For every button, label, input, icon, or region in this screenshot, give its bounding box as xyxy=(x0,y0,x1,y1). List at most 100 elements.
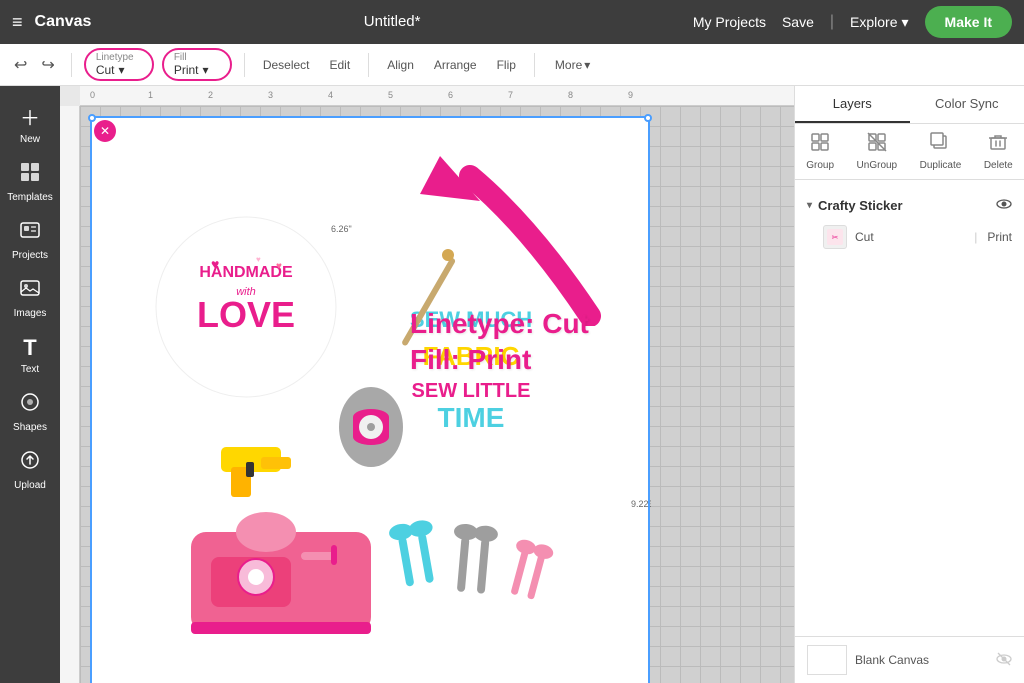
svg-text:♥: ♥ xyxy=(256,255,261,264)
top-navigation: ≡ Canvas Untitled* My Projects Save | Ex… xyxy=(0,0,1024,44)
sidebar-item-projects[interactable]: Projects xyxy=(0,211,60,269)
duplicate-button[interactable]: Duplicate xyxy=(920,132,962,171)
canvas-content: ✕ HANDMADE with LOVE ♥ ♥ ♥ SEW MUCH FABR… xyxy=(80,106,794,683)
delete-label: Delete xyxy=(984,160,1013,171)
blank-canvas-thumb xyxy=(807,645,847,675)
canvas-artwork: HANDMADE with LOVE ♥ ♥ ♥ SEW MUCH FABRIC… xyxy=(91,117,651,683)
close-icon: ✕ xyxy=(100,124,110,138)
ungroup-icon xyxy=(867,132,887,157)
delete-button[interactable]: Delete xyxy=(984,132,1013,171)
explore-chevron-icon: ▾ xyxy=(902,14,909,31)
group-label: Group xyxy=(806,160,834,171)
canvas-area[interactable]: 0 1 2 3 4 5 6 7 8 9 ✕ xyxy=(60,86,794,683)
ungroup-button[interactable]: UnGroup xyxy=(857,132,898,171)
images-icon xyxy=(19,277,41,305)
ruler-left xyxy=(60,106,80,683)
layer-group-chevron-icon: ▾ xyxy=(807,200,812,211)
duplicate-label: Duplicate xyxy=(920,160,962,171)
toolbar: ↩ ↪ Linetype Cut ▾ Fill Print ▾ Deselect… xyxy=(0,44,1024,86)
layer-thumb: ✂ xyxy=(823,225,847,249)
explore-button[interactable]: Explore ▾ xyxy=(850,14,909,31)
fill-value[interactable]: Print ▾ xyxy=(174,63,209,77)
ruler-tick-3: 3 xyxy=(268,90,273,100)
layer-item-cut-print[interactable]: ✂ Cut | Print xyxy=(807,219,1012,255)
group-button[interactable]: Group xyxy=(806,132,834,171)
sidebar-item-images[interactable]: Images xyxy=(0,269,60,327)
flip-icon: Flip xyxy=(497,58,516,72)
toolbar-separator-4 xyxy=(534,53,535,77)
sidebar-label-projects: Projects xyxy=(12,250,48,261)
canvas-close-button[interactable]: ✕ xyxy=(94,120,116,142)
group-icon xyxy=(810,132,830,157)
layer-group-crafty: ▾ Crafty Sticker ✂ Cut | Print xyxy=(795,188,1024,259)
more-button[interactable]: More ▾ xyxy=(547,54,598,76)
sidebar-item-text[interactable]: T Text xyxy=(0,327,60,383)
blank-canvas-eye-icon[interactable] xyxy=(996,651,1012,670)
more-label: More xyxy=(555,58,582,72)
sidebar-item-new[interactable]: ＋ New xyxy=(0,94,60,153)
sidebar-label-new: New xyxy=(20,134,40,145)
sidebar-label-images: Images xyxy=(14,308,47,319)
new-icon: ＋ xyxy=(20,102,40,131)
toolbar-separator-3 xyxy=(368,53,369,77)
sidebar-item-templates[interactable]: Templates xyxy=(0,153,60,211)
undo-button[interactable]: ↩ xyxy=(10,51,31,79)
ruler-tick-6: 6 xyxy=(448,90,453,100)
svg-text:♥: ♥ xyxy=(276,261,282,272)
edit-button[interactable]: Edit xyxy=(324,54,357,76)
make-it-button[interactable]: Make It xyxy=(925,6,1012,38)
main-area: ＋ New Templates Projects Images T Text xyxy=(0,86,1024,683)
svg-text:SEW LITTLE: SEW LITTLE xyxy=(412,380,531,402)
shapes-icon xyxy=(19,391,41,419)
layer-cut-label: Cut xyxy=(855,230,964,244)
sidebar-item-shapes[interactable]: Shapes xyxy=(0,383,60,441)
ruler-tick-9: 9 xyxy=(628,90,633,100)
redo-button[interactable]: ↪ xyxy=(37,51,58,79)
arrange-button[interactable]: Arrange xyxy=(428,54,483,76)
linetype-dropdown[interactable]: Linetype Cut ▾ xyxy=(84,48,154,81)
svg-text:TALK: TALK xyxy=(424,678,538,683)
ungroup-label: UnGroup xyxy=(857,160,898,171)
panel-tabs: Layers Color Sync xyxy=(795,86,1024,124)
layer-print-label: Print xyxy=(987,230,1012,244)
linetype-value[interactable]: Cut ▾ xyxy=(96,63,125,77)
templates-icon xyxy=(19,161,41,189)
project-title[interactable]: Untitled* xyxy=(364,13,421,30)
ruler-tick-7: 7 xyxy=(508,90,513,100)
linetype-label: Linetype xyxy=(96,52,134,63)
sidebar-label-upload: Upload xyxy=(14,480,46,491)
layer-group-header[interactable]: ▾ Crafty Sticker xyxy=(807,192,1012,219)
tab-layers[interactable]: Layers xyxy=(795,86,910,123)
nav-center: Untitled* xyxy=(107,13,676,31)
arrange-icon: Arrange xyxy=(434,58,477,72)
layer-pipe: | xyxy=(974,230,977,244)
svg-text:6.26": 6.26" xyxy=(331,224,352,234)
align-button[interactable]: Align xyxy=(381,54,420,76)
ruler-tick-1: 1 xyxy=(148,90,153,100)
layer-group-eye-icon[interactable] xyxy=(996,196,1012,215)
svg-text:TIME: TIME xyxy=(438,402,505,433)
ruler-tick-4: 4 xyxy=(328,90,333,100)
fill-label: Fill xyxy=(174,52,187,63)
svg-text:♥: ♥ xyxy=(211,256,219,272)
flip-button[interactable]: Flip xyxy=(491,54,522,76)
save-button[interactable]: Save xyxy=(782,14,814,30)
explore-label: Explore xyxy=(850,14,897,30)
ruler-tick-8: 8 xyxy=(568,90,573,100)
sidebar-item-upload[interactable]: Upload xyxy=(0,441,60,499)
right-panel: Layers Color Sync Group UnGroup xyxy=(794,86,1024,683)
deselect-button[interactable]: Deselect xyxy=(257,54,316,76)
ruler-tick-2: 2 xyxy=(208,90,213,100)
toolbar-separator-2 xyxy=(244,53,245,77)
my-projects-link[interactable]: My Projects xyxy=(693,14,766,30)
tab-color-sync[interactable]: Color Sync xyxy=(910,86,1024,123)
canvas-white[interactable]: ✕ HANDMADE with LOVE ♥ ♥ ♥ SEW MUCH FABR… xyxy=(90,116,650,683)
ruler-tick-5: 5 xyxy=(388,90,393,100)
fill-dropdown[interactable]: Fill Print ▾ xyxy=(162,48,232,81)
hamburger-menu[interactable]: ≡ xyxy=(12,12,23,33)
blank-canvas-item[interactable]: Blank Canvas xyxy=(795,636,1024,683)
undo-redo-group: ↩ ↪ xyxy=(10,51,59,79)
layers-panel: ▾ Crafty Sticker ✂ Cut | Print xyxy=(795,180,1024,636)
projects-icon xyxy=(19,219,41,247)
sidebar-label-text: Text xyxy=(21,364,39,375)
